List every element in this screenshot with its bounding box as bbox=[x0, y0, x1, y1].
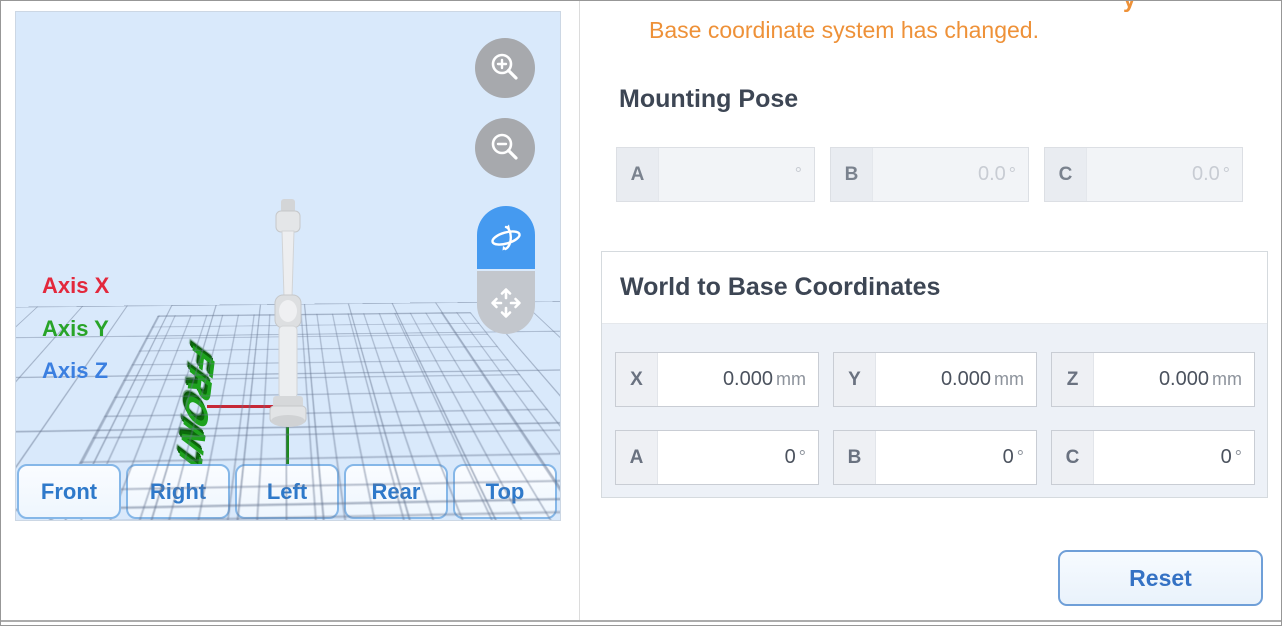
world-to-base-panel: World to Base Coordinates X 0.000mm Y 0.… bbox=[601, 251, 1268, 498]
mounting-pose-title: Mounting Pose bbox=[619, 85, 798, 114]
field-label: B bbox=[834, 431, 876, 484]
field-unit: ° bbox=[1009, 164, 1016, 185]
field-unit: ° bbox=[1223, 164, 1230, 185]
orbit-rotate-icon bbox=[486, 218, 526, 258]
coord-field-c[interactable]: C 0° bbox=[1051, 430, 1255, 485]
axis-z-label: Axis Z bbox=[42, 358, 108, 384]
zoom-out-button[interactable] bbox=[475, 118, 535, 178]
coord-field-a[interactable]: A 0° bbox=[615, 430, 819, 485]
view-rear-button[interactable]: Rear bbox=[344, 464, 448, 519]
robot-arm-model bbox=[257, 195, 319, 431]
field-unit: mm bbox=[1212, 369, 1242, 390]
magnifier-minus-icon bbox=[487, 130, 523, 166]
field-label: A bbox=[616, 431, 658, 484]
field-value: 0° bbox=[1094, 431, 1254, 484]
view-mode-toggle bbox=[477, 206, 535, 334]
field-value: 0.000mm bbox=[1094, 353, 1254, 406]
coord-field-x[interactable]: X 0.000mm bbox=[615, 352, 819, 407]
mounting-pose-fields: A ° B 0.0° C 0.0° bbox=[616, 147, 1243, 202]
pan-mode-button[interactable] bbox=[477, 271, 535, 334]
view-left-button[interactable]: Left bbox=[235, 464, 339, 519]
field-value: 0.000mm bbox=[876, 353, 1036, 406]
field-unit: mm bbox=[776, 369, 806, 390]
coord-field-b[interactable]: B 0° bbox=[833, 430, 1037, 485]
coord-field-z[interactable]: Z 0.000mm bbox=[1051, 352, 1255, 407]
warning-message-clipped-line: y bbox=[1123, 0, 1136, 13]
axis-x-label: Axis X bbox=[42, 273, 109, 299]
mounting-pose-field-c: C 0.0° bbox=[1044, 147, 1243, 202]
view-right-button[interactable]: Right bbox=[126, 464, 230, 519]
field-unit: ° bbox=[1235, 447, 1242, 468]
field-value: ° bbox=[659, 148, 814, 201]
rotation-fields-row: A 0° B 0° C 0° bbox=[615, 430, 1255, 485]
field-label: Z bbox=[1052, 353, 1094, 406]
pan-arrows-icon bbox=[486, 283, 526, 323]
field-value: 0.000mm bbox=[658, 353, 818, 406]
view-top-button[interactable]: Top bbox=[453, 464, 557, 519]
field-value: 0° bbox=[658, 431, 818, 484]
translation-fields-row: X 0.000mm Y 0.000mm Z 0.000mm bbox=[615, 352, 1255, 407]
axis-y-label: Axis Y bbox=[42, 316, 109, 342]
field-label: Y bbox=[834, 353, 876, 406]
panel-divider bbox=[579, 1, 580, 620]
view-front-button[interactable]: Front bbox=[17, 464, 121, 519]
field-value: 0.0° bbox=[873, 148, 1028, 201]
warning-message: Base coordinate system has changed. bbox=[649, 17, 1039, 44]
rotate-mode-button[interactable] bbox=[477, 206, 535, 269]
coord-field-y[interactable]: Y 0.000mm bbox=[833, 352, 1037, 407]
field-label: C bbox=[1045, 148, 1087, 201]
field-value: 0.0° bbox=[1087, 148, 1242, 201]
mounting-pose-field-a: A ° bbox=[616, 147, 815, 202]
world-to-base-title: World to Base Coordinates bbox=[602, 252, 1267, 324]
field-unit: mm bbox=[994, 369, 1024, 390]
magnifier-plus-icon bbox=[487, 50, 523, 86]
field-label: X bbox=[616, 353, 658, 406]
field-label: A bbox=[617, 148, 659, 201]
bottom-rule bbox=[1, 620, 1281, 622]
field-label: B bbox=[831, 148, 873, 201]
zoom-in-button[interactable] bbox=[475, 38, 535, 98]
robot-world-coordinates-page: FRONT Axis X Axis Y Axis Z bbox=[0, 0, 1282, 626]
field-unit: ° bbox=[1017, 447, 1024, 468]
field-label: C bbox=[1052, 431, 1094, 484]
reset-button[interactable]: Reset bbox=[1058, 550, 1263, 606]
field-unit: ° bbox=[799, 447, 806, 468]
world-to-base-body: X 0.000mm Y 0.000mm Z 0.000mm A 0° bbox=[602, 324, 1267, 497]
robot-3d-viewport[interactable]: FRONT Axis X Axis Y Axis Z bbox=[15, 11, 561, 521]
field-value: 0° bbox=[876, 431, 1036, 484]
mounting-pose-field-b: B 0.0° bbox=[830, 147, 1029, 202]
field-unit: ° bbox=[795, 164, 802, 185]
